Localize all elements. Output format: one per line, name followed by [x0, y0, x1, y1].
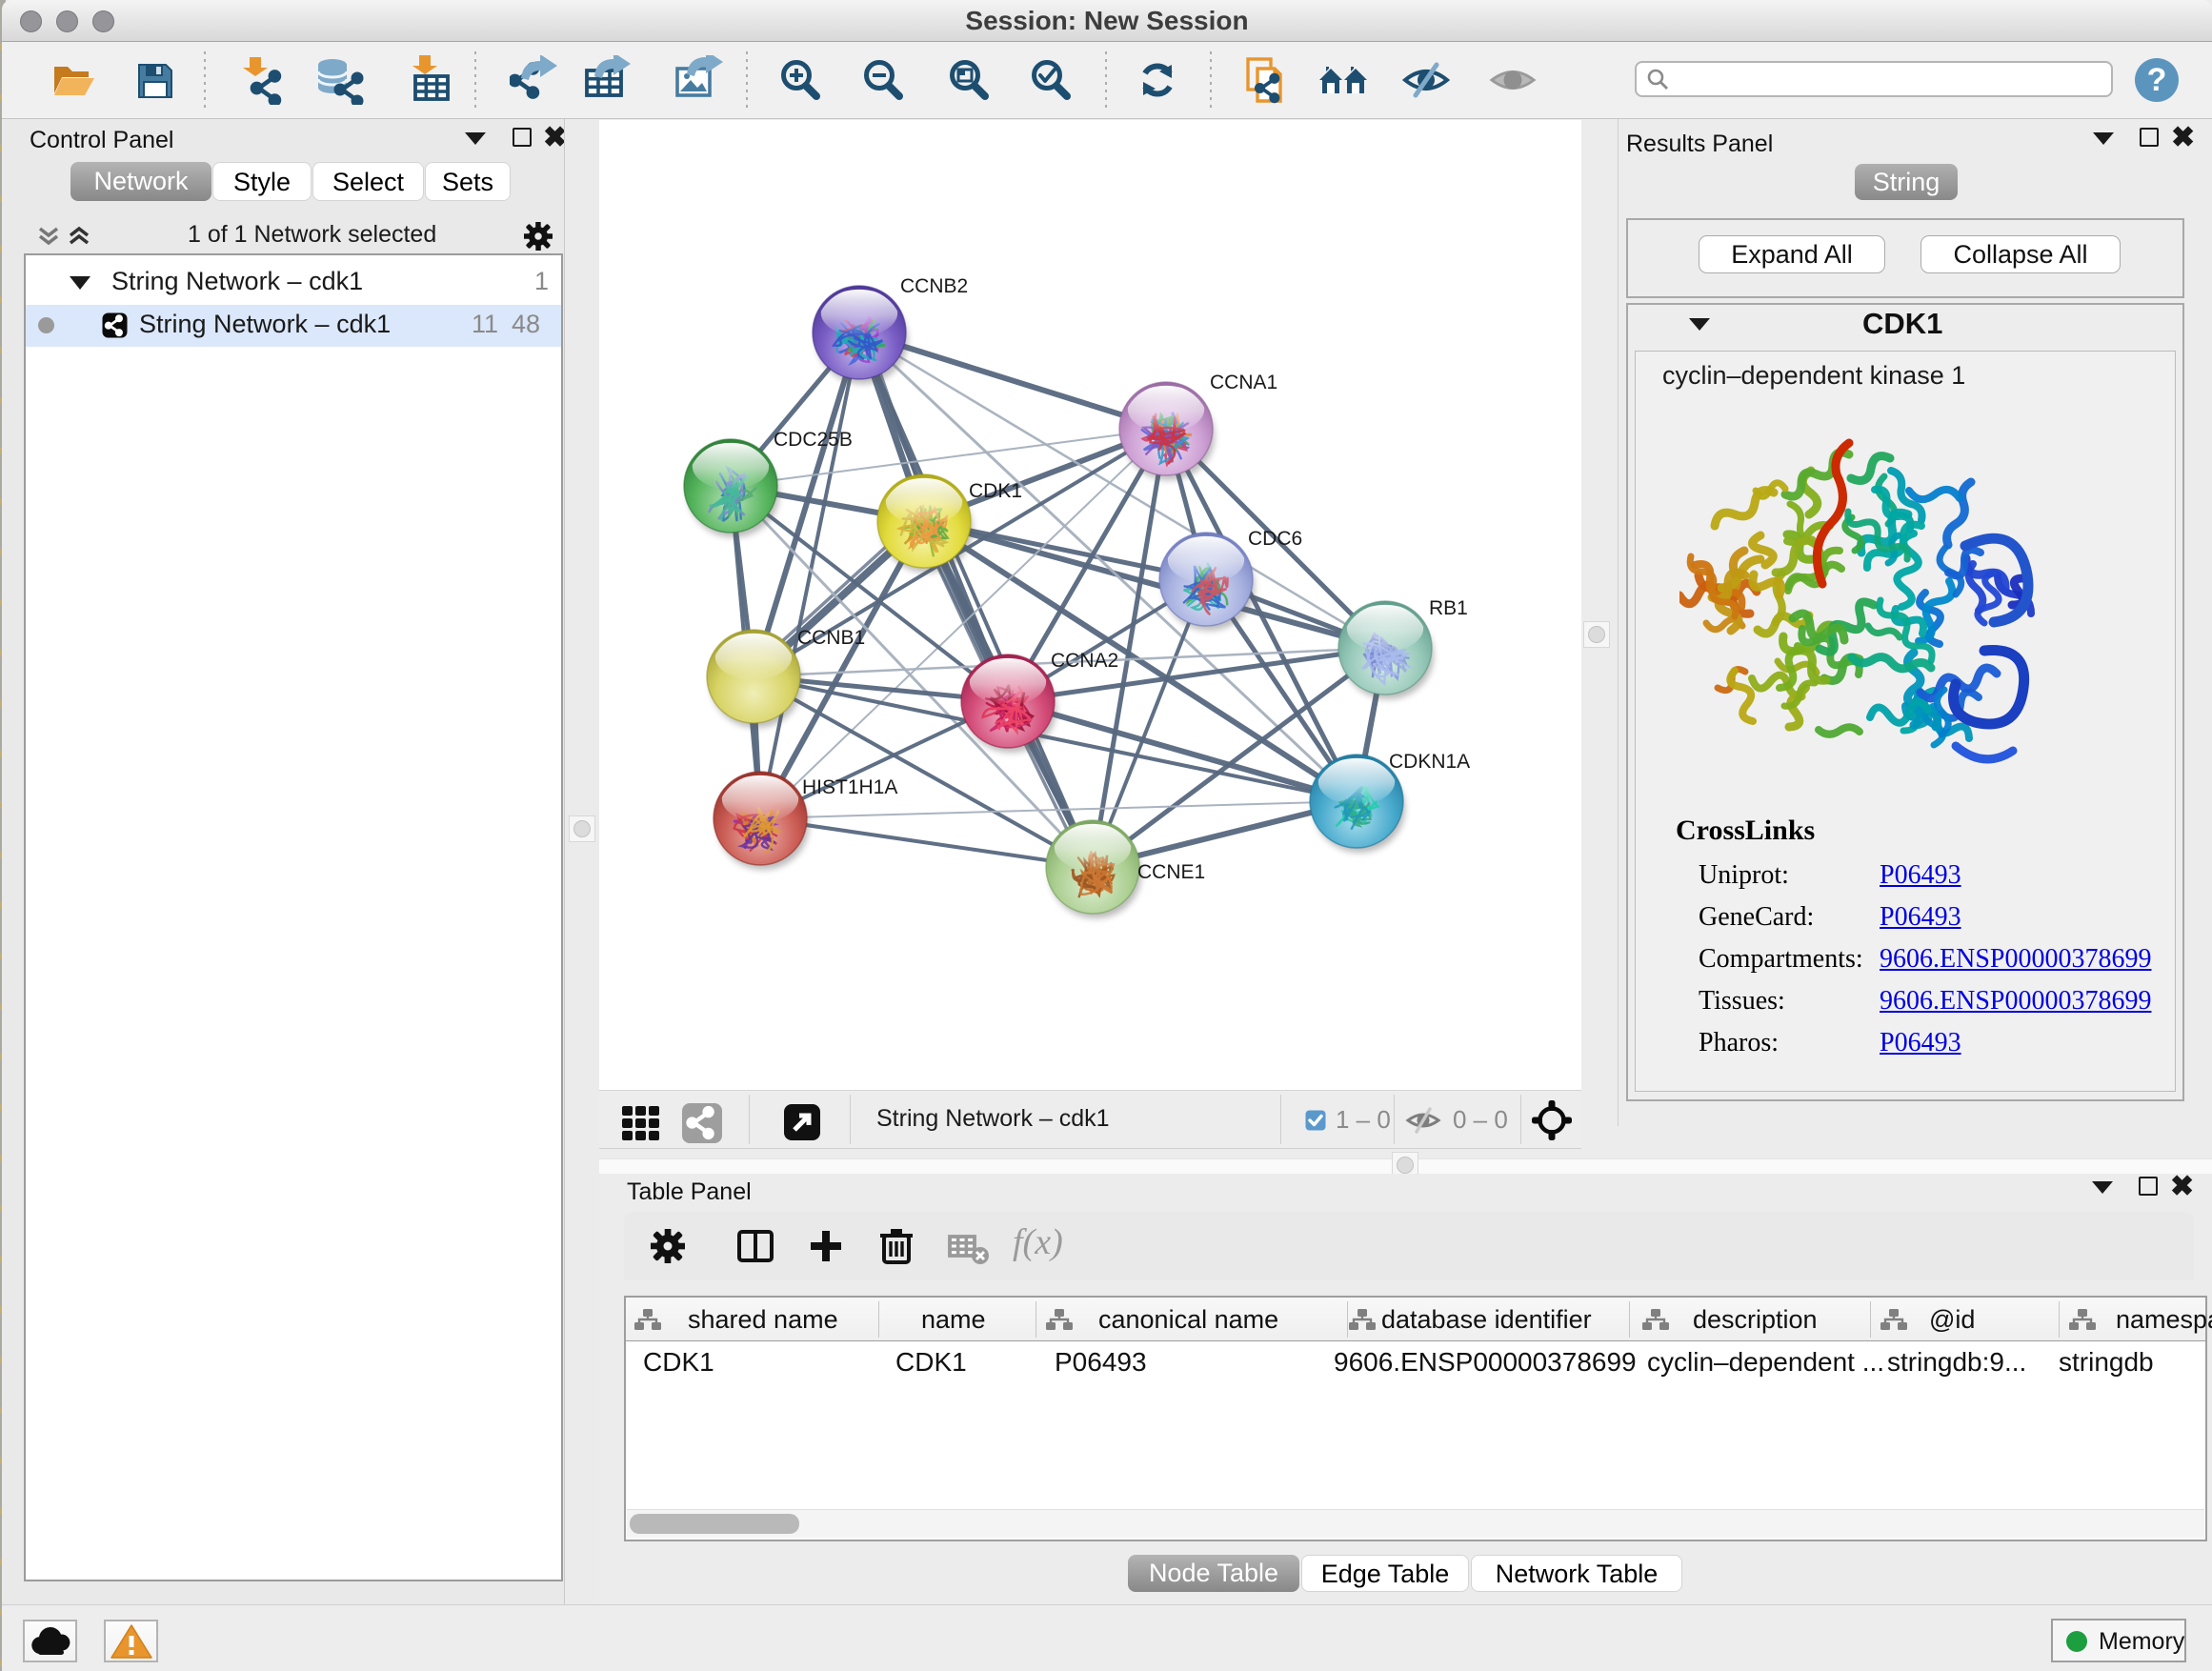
- svg-text:CDKN1A: CDKN1A: [1389, 751, 1470, 773]
- svg-text:CDC25B: CDC25B: [774, 429, 853, 451]
- svg-text:CCNA2: CCNA2: [1051, 650, 1118, 672]
- svg-text:CCNE1: CCNE1: [1137, 861, 1205, 883]
- svg-text:HIST1H1A: HIST1H1A: [802, 776, 897, 798]
- svg-text:CCNA1: CCNA1: [1210, 372, 1277, 393]
- svg-text:?: ?: [2147, 62, 2167, 98]
- svg-text:CCNB2: CCNB2: [900, 275, 968, 297]
- svg-text:CCNB1: CCNB1: [797, 627, 865, 649]
- svg-text:RB1: RB1: [1429, 597, 1468, 619]
- svg-text:CDK1: CDK1: [969, 480, 1022, 502]
- svg-text:CDC6: CDC6: [1248, 528, 1302, 550]
